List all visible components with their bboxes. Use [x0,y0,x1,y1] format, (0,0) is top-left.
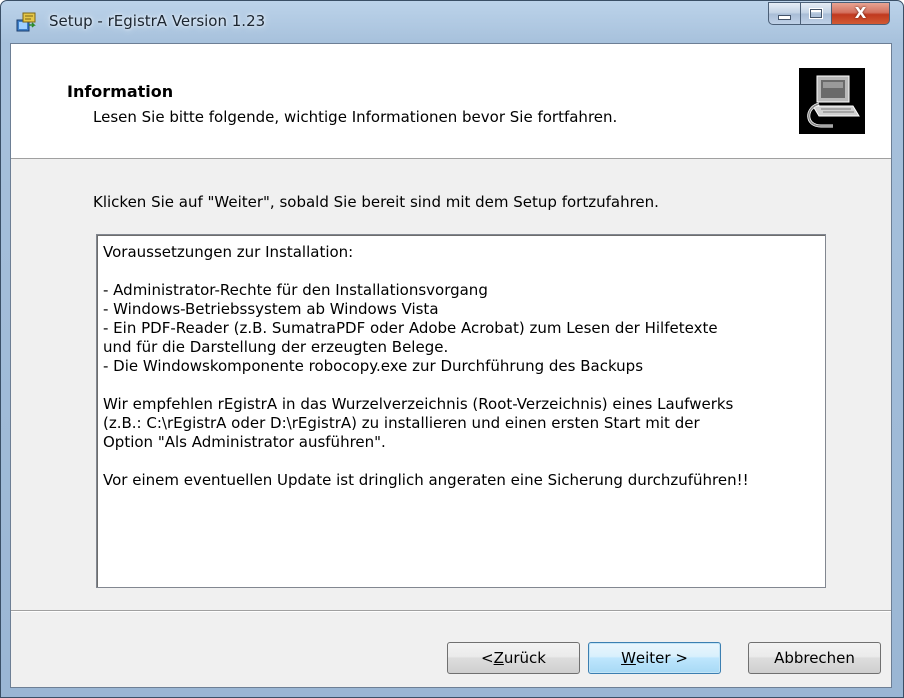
wizard-header: Information Lesen Sie bitte folgende, wi… [11,44,891,159]
intro-text: Klicken Sie auf "Weiter", sobald Sie ber… [93,193,659,211]
wizard-client-area: Information Lesen Sie bitte folgende, wi… [10,43,892,688]
back-button[interactable]: < Zurück [447,642,580,674]
title-bar[interactable]: Setup - rEgistrA Version 1.23 X [1,1,903,41]
setup-window: Setup - rEgistrA Version 1.23 X Informat… [0,0,904,698]
minimize-button[interactable] [768,2,801,25]
memo-text[interactable]: Voraussetzungen zur Installation: - Admi… [103,243,818,490]
maximize-icon [810,9,822,18]
computer-install-icon [799,68,865,134]
setup-app-icon [16,12,36,32]
next-label-accel: W [621,649,636,667]
caption-buttons: X [768,2,890,26]
next-label-rest: eiter > [635,649,688,667]
minimize-icon [778,15,791,20]
back-label-prefix: < [481,649,494,667]
window-title: Setup - rEgistrA Version 1.23 [49,12,266,30]
page-title: Information [67,82,174,101]
maximize-button[interactable] [801,2,832,25]
next-button[interactable]: Weiter > [588,642,721,674]
cancel-button[interactable]: Abbrechen [748,642,881,674]
page-subtitle: Lesen Sie bitte folgende, wichtige Infor… [93,108,618,126]
close-icon: X [854,4,867,22]
back-label-accel: Z [493,649,504,667]
back-label-rest: urück [503,649,546,667]
information-memo[interactable]: Voraussetzungen zur Installation: - Admi… [96,234,826,588]
button-separator [11,610,891,612]
close-button[interactable]: X [832,2,890,25]
